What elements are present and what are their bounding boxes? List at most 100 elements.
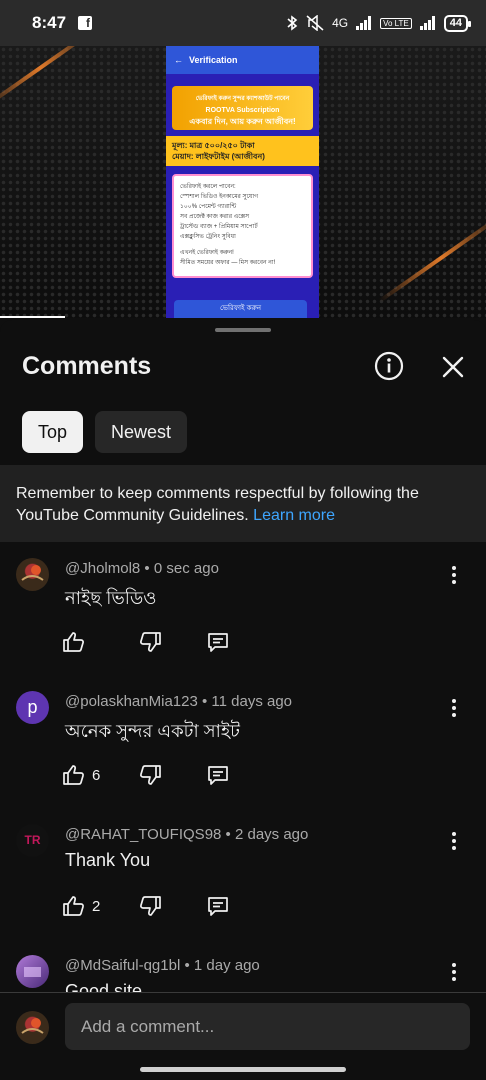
video-benefit-line: ভেরিফাই করলে পাবেন: <box>180 184 236 190</box>
comment-text: নাইছ ভিডিও <box>65 588 157 608</box>
video-benefit-line: সব প্রজেক্ট কাজ করার এক্সেস <box>180 214 250 220</box>
status-bar: 8:47 f 4G Vo LTE 44 <box>0 0 486 46</box>
reply-button[interactable] <box>206 892 230 920</box>
dislike-button[interactable] <box>138 761 206 789</box>
like-button[interactable]: 2 <box>62 892 138 920</box>
close-icon[interactable] <box>440 354 466 380</box>
comment-author[interactable]: @MdSaiful-qg1bl <box>65 957 180 974</box>
network-4g-label: 4G <box>332 16 349 30</box>
thumbs-up-icon <box>63 632 84 652</box>
dislike-button[interactable] <box>138 628 206 656</box>
video-player[interactable]: ← Verification ভেরিফাই করুন সুন্দর ক্যাশ… <box>0 46 486 318</box>
comment-actions: 2 <box>62 892 230 920</box>
video-benefit-line: সীমিত সময়ের অফার — মিস করবেন না! <box>180 260 276 266</box>
avatar-logo-icon: TR <box>25 833 41 847</box>
more-options-icon[interactable] <box>446 697 462 719</box>
comment-actions <box>62 628 230 656</box>
comment-time: 0 sec ago <box>153 560 219 577</box>
video-benefit-line: এক্সক্লুসিভ ট্রেনিং সুবিধা <box>180 234 236 240</box>
comment-text: অনেক সুন্দর একটা সাইট <box>65 721 240 741</box>
comment-time: 2 days ago <box>234 826 309 843</box>
comment-meta: @Jholmol8 • 0 sec ago <box>65 560 219 577</box>
video-benefits-card: ভেরিফাই করলে পাবেন: স্পেশাল ভিডিও ইনকামে… <box>172 174 313 278</box>
avatar[interactable]: TR <box>16 824 49 857</box>
comment-author[interactable]: @RAHAT_TOUFIQS98 <box>65 826 221 843</box>
like-count: 6 <box>92 766 101 784</box>
thumbs-down-icon <box>140 765 161 785</box>
video-progress-bar[interactable] <box>0 316 65 318</box>
decorative-streak <box>378 213 486 303</box>
thumbs-up-icon <box>63 896 84 916</box>
info-icon[interactable] <box>374 351 404 381</box>
back-arrow-icon: ← <box>174 55 183 65</box>
like-button[interactable]: 6 <box>62 761 138 789</box>
video-card1-line2: ROOTVA Subscription <box>205 107 280 114</box>
tab-newest[interactable]: Newest <box>95 411 188 453</box>
avatar-artwork-icon <box>21 565 44 581</box>
thumbs-down-icon <box>140 632 161 652</box>
svg-text:TR: TR <box>25 833 41 847</box>
like-button[interactable] <box>62 628 138 656</box>
comment-text: Thank You <box>65 850 151 870</box>
comment-text: Good site <box>65 981 143 992</box>
bluetooth-icon <box>287 15 298 31</box>
video-phone-header-title: Verification <box>189 55 238 65</box>
drag-handle[interactable] <box>215 328 271 332</box>
reply-button[interactable] <box>206 761 230 789</box>
add-comment-input[interactable]: Add a comment... <box>65 1003 470 1050</box>
status-time: 8:47 <box>32 13 67 32</box>
signal-icon-2 <box>419 16 435 30</box>
avatar[interactable] <box>16 955 49 988</box>
comment-input-bar: Add a comment... <box>0 992 486 1080</box>
volte-label: Vo LTE <box>380 17 412 29</box>
like-count: 2 <box>92 897 101 915</box>
video-frame-phone-screen: ← Verification ভেরিফাই করুন সুন্দর ক্যাশ… <box>166 46 319 318</box>
reply-button[interactable] <box>206 628 230 656</box>
comment-author[interactable]: @polaskhanMia123 <box>65 693 198 710</box>
reply-icon <box>208 633 228 652</box>
avatar-letter: p <box>27 697 38 717</box>
dislike-button[interactable] <box>138 892 206 920</box>
comment-meta: @RAHAT_TOUFIQS98 • 2 days ago <box>65 826 309 843</box>
facebook-notification-icon: f <box>78 16 93 30</box>
community-guidelines-notice: Remember to keep comments respectful by … <box>0 465 486 542</box>
video-verify-button: ভেরিফাই করুন <box>174 300 307 318</box>
comments-title: Comments <box>22 352 152 380</box>
learn-more-link[interactable]: Learn more <box>253 507 335 524</box>
avatar-artwork-icon <box>24 967 41 977</box>
reply-icon <box>208 766 228 785</box>
comment-author[interactable]: @Jholmol8 <box>65 560 140 577</box>
comment-item: @MdSaiful-qg1bl • 1 day ago Good site <box>0 955 486 992</box>
more-options-icon[interactable] <box>446 830 462 852</box>
more-options-icon[interactable] <box>446 564 462 586</box>
video-phone-header: ← Verification <box>166 46 319 74</box>
more-options-icon[interactable] <box>446 961 462 983</box>
video-card1-line1: ভেরিফাই করুন সুন্দর ক্যাশআউট পাবেন <box>195 96 290 102</box>
sort-tabs: Top Newest <box>22 411 188 453</box>
avatar[interactable] <box>16 558 49 591</box>
avatar[interactable]: p <box>16 691 49 724</box>
comment-meta: @polaskhanMia123 • 11 days ago <box>65 693 293 710</box>
reply-icon <box>208 897 228 916</box>
comments-sheet: Comments Top Newest Remember to keep com… <box>0 320 486 1080</box>
video-benefit-line: এখনই ভেরিফাই করুন! <box>180 250 234 256</box>
notice-text: Remember to keep comments respectful by … <box>16 485 419 524</box>
signal-icon <box>356 16 372 30</box>
current-user-avatar[interactable] <box>16 1011 49 1044</box>
video-price-card: মূল্য: মাত্র ৫০০/২৫০ টাকা মেয়াদ: লাইফটা… <box>166 136 319 166</box>
thumbs-down-icon <box>140 896 161 916</box>
avatar-artwork-icon <box>21 1018 44 1034</box>
tab-top[interactable]: Top <box>22 411 84 453</box>
video-card1-line3: একবার দিন, আয় করুন আজীবন! <box>189 117 296 126</box>
thumbs-up-icon <box>63 765 84 785</box>
comment-time: 1 day ago <box>193 957 260 974</box>
battery-icon: 44 <box>443 14 472 32</box>
mute-icon <box>306 15 324 31</box>
comment-meta: @MdSaiful-qg1bl • 1 day ago <box>65 957 260 974</box>
video-benefit-line: স্পেশাল ভিডিও ইনকামের সুযোগ <box>180 194 258 200</box>
video-card2-line1: মূল্য: মাত্র ৫০০/২৫০ টাকা <box>172 141 255 150</box>
video-subscription-card: ভেরিফাই করুন সুন্দর ক্যাশআউট পাবেন ROOTV… <box>172 86 313 130</box>
home-indicator[interactable] <box>140 1067 346 1072</box>
decorative-streak <box>0 46 99 110</box>
video-benefit-line: ১০০% পেমেন্ট গ্যারান্টি <box>180 204 237 210</box>
